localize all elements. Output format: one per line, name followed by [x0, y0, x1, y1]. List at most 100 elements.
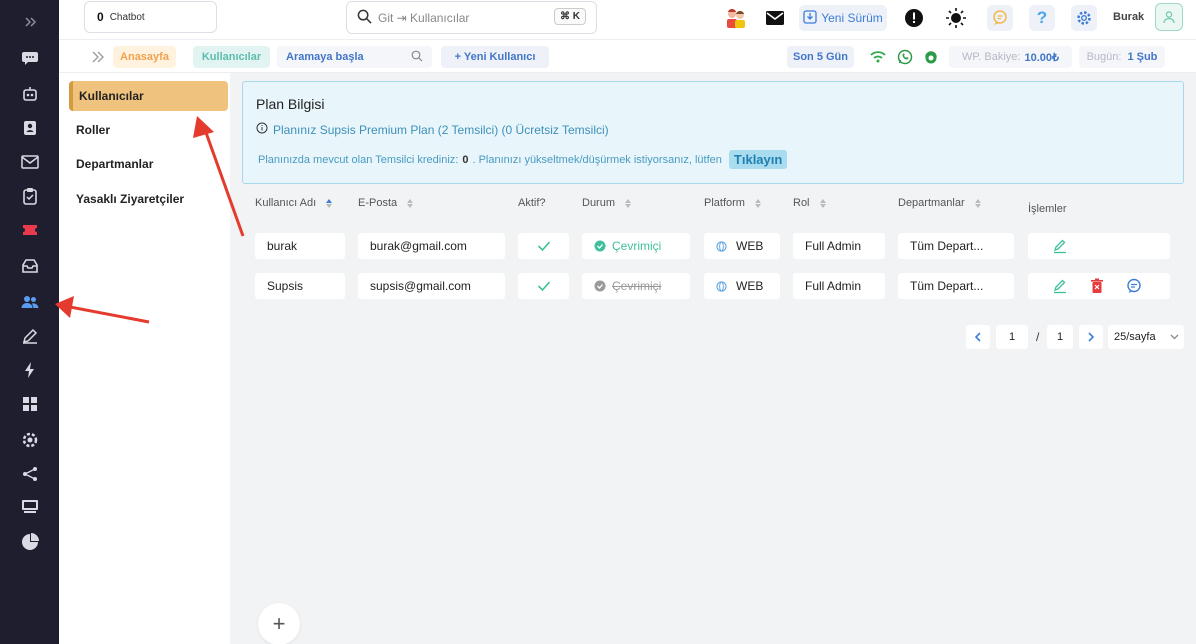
chevron-down-icon — [1170, 334, 1179, 340]
sort-icon — [754, 198, 761, 208]
column-header-status[interactable]: Durum — [582, 197, 632, 209]
clipboard-icon[interactable] — [0, 182, 59, 210]
gear-icon[interactable] — [1071, 5, 1097, 31]
column-header-role[interactable]: Rol — [793, 197, 826, 209]
alert-icon[interactable] — [901, 5, 927, 31]
cell-platform[interactable]: WEB — [704, 273, 780, 299]
edit-icon[interactable] — [0, 322, 59, 350]
upgrade-link[interactable]: Tıklayın — [728, 150, 788, 169]
edit-icon[interactable] — [1052, 238, 1068, 254]
search-icon — [411, 50, 423, 65]
plus-icon: + — [272, 611, 286, 636]
date-range-filter[interactable]: Son 5 Gün — [787, 46, 854, 68]
info-icon — [256, 122, 268, 137]
next-page-button[interactable] — [1079, 325, 1103, 349]
help-icon[interactable]: ? — [1029, 5, 1055, 31]
column-header-label: Kullanıcı Adı — [255, 197, 317, 209]
avatar[interactable] — [1155, 3, 1183, 31]
column-header-label: Aktif? — [518, 197, 546, 209]
cell-departments[interactable]: Tüm Depart... — [898, 273, 1014, 299]
credit-value: 0 — [462, 153, 469, 166]
today-label: Bugün: — [1086, 51, 1122, 63]
submenu-item-banned-visitors[interactable]: Yasaklı Ziyaretçiler — [69, 184, 228, 214]
chat-bubble-icon[interactable] — [1126, 278, 1142, 294]
cell-status[interactable]: Çevrimiçi — [582, 273, 690, 299]
platform-label: WEB — [736, 279, 764, 293]
breadcrumb-users[interactable]: Kullanıcılar — [193, 46, 270, 68]
cell-email[interactable]: burak@gmail.com — [358, 233, 505, 259]
column-header-departments[interactable]: Departmanlar — [898, 197, 981, 209]
cell-platform[interactable]: WEB — [704, 233, 780, 259]
chat-icon[interactable] — [0, 44, 59, 72]
page-size-label: 25/sayfa — [1114, 331, 1156, 343]
chatbot-selector[interactable]: 0 Chatbot — [84, 1, 217, 33]
column-header-platform[interactable]: Platform — [704, 197, 761, 209]
status-offline: Çevrimiçi — [594, 279, 661, 293]
cell-role[interactable]: Full Admin — [793, 233, 885, 259]
agents-avatar-icon[interactable] — [723, 5, 749, 31]
column-header-label: Departmanlar — [898, 197, 965, 209]
mail-icon[interactable] — [762, 5, 788, 31]
page-search-input[interactable]: Aramaya başla — [277, 46, 432, 68]
pie-chart-icon[interactable] — [0, 528, 59, 556]
breadcrumb-home[interactable]: Anasayfa — [113, 46, 176, 68]
new-version-button[interactable]: Yeni Sürüm — [799, 5, 887, 31]
platform-label: WEB — [736, 239, 764, 253]
wp-balance: WP. Bakiye: 10.00₺ — [949, 46, 1072, 68]
cell-role[interactable]: Full Admin — [793, 273, 885, 299]
column-header-email[interactable]: E-Posta — [358, 197, 414, 209]
inbox-icon[interactable] — [0, 252, 59, 280]
globe-icon — [716, 240, 727, 252]
support-agent-icon[interactable] — [922, 48, 940, 66]
main-content: Plan Bilgisi Planınız Supsis Premium Pla… — [230, 73, 1196, 644]
cell-username[interactable]: burak — [255, 233, 345, 259]
new-user-button[interactable]: + Yeni Kullanıcı — [441, 46, 549, 68]
expand-icon[interactable] — [0, 8, 59, 36]
chatbot-label: Chatbot — [109, 11, 145, 23]
cell-username[interactable]: Supsis — [255, 273, 345, 299]
cell-actions — [1028, 273, 1170, 299]
double-chevron-icon[interactable] — [89, 48, 107, 66]
submenu-item-departments[interactable]: Departmanlar — [69, 149, 228, 179]
plan-info-line: Planınız Supsis Premium Plan (2 Temsilci… — [256, 122, 609, 137]
delete-icon[interactable] — [1090, 278, 1104, 294]
cell-status[interactable]: Çevrimiçi — [582, 233, 690, 259]
global-search-input[interactable]: Git ⇥ Kullanıcılar ⌘ K — [346, 1, 597, 34]
credit-suffix: . Planınızı yükseltmek/düşürmek istiyors… — [472, 153, 722, 166]
settings-icon[interactable] — [0, 426, 59, 454]
page-number-input[interactable]: 1 — [996, 325, 1028, 349]
column-header-label: İşlemler — [1028, 203, 1067, 215]
cell-email[interactable]: supsis@gmail.com — [358, 273, 505, 299]
breadcrumb-bar: Anasayfa Kullanıcılar Aramaya başla + Ye… — [59, 41, 1196, 73]
add-button[interactable]: + — [258, 603, 300, 644]
edit-icon[interactable] — [1052, 278, 1068, 294]
active-check-icon[interactable] — [518, 233, 569, 259]
check-circle-icon — [594, 280, 606, 292]
feedback-icon[interactable] — [987, 5, 1013, 31]
lightning-icon[interactable] — [0, 356, 59, 384]
monitor-icon[interactable] — [0, 492, 59, 520]
column-header-label: Rol — [793, 197, 810, 209]
dashboard-icon[interactable] — [0, 390, 59, 418]
prev-page-button[interactable] — [966, 325, 990, 349]
bot-icon[interactable] — [0, 80, 59, 108]
theme-toggle-icon[interactable] — [943, 5, 969, 31]
cell-departments[interactable]: Tüm Depart... — [898, 233, 1014, 259]
whatsapp-icon[interactable] — [896, 48, 914, 66]
download-icon — [803, 9, 817, 27]
mail-icon[interactable] — [0, 148, 59, 176]
plan-info-text: Planınız Supsis Premium Plan (2 Temsilci… — [273, 122, 609, 137]
column-header-active: Aktif? — [518, 197, 546, 209]
users-icon[interactable] — [0, 288, 59, 316]
ticket-icon[interactable] — [0, 216, 59, 244]
wifi-icon — [869, 48, 887, 66]
share-icon[interactable] — [0, 460, 59, 488]
column-header-username[interactable]: Kullanıcı Adı — [255, 197, 333, 209]
page-size-select[interactable]: 25/sayfa — [1108, 325, 1184, 349]
submenu-item-users[interactable]: Kullanıcılar — [69, 81, 228, 111]
new-version-label: Yeni Sürüm — [821, 11, 883, 25]
submenu-item-roles[interactable]: Roller — [69, 115, 228, 145]
column-header-label: Platform — [704, 197, 745, 209]
contact-card-icon[interactable] — [0, 114, 59, 142]
active-check-icon[interactable] — [518, 273, 569, 299]
